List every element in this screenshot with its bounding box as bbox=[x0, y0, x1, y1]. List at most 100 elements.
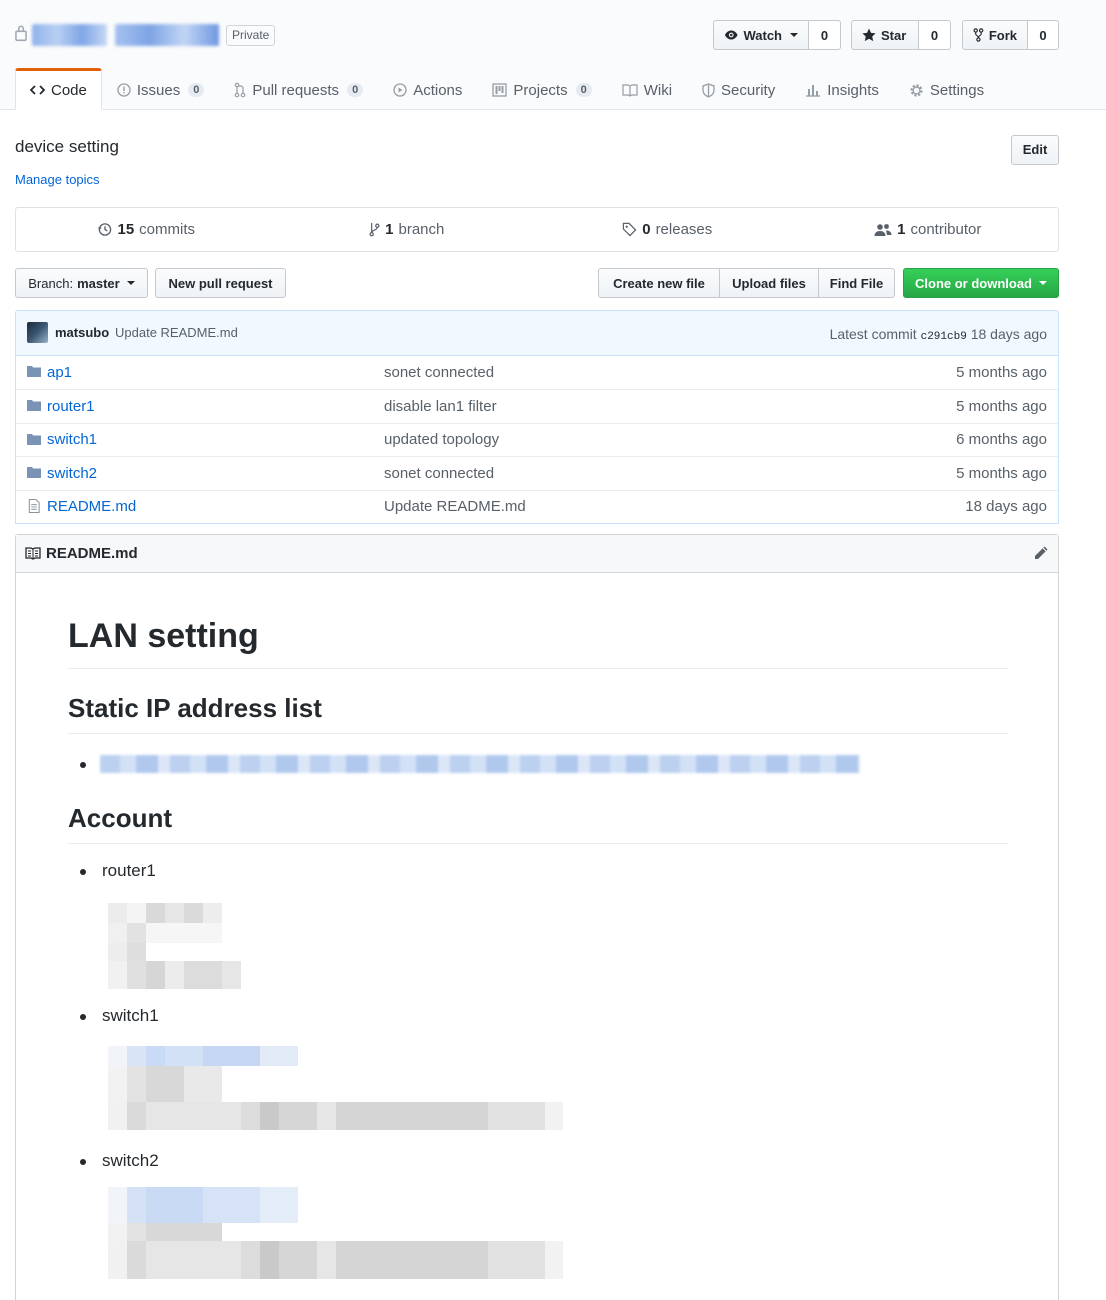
file-commit-message[interactable]: sonet connected bbox=[384, 465, 494, 482]
tab-pull-requests[interactable]: Pull requests 0 bbox=[219, 68, 378, 110]
projects-counter: 0 bbox=[575, 83, 592, 97]
branch-count: 1 bbox=[385, 221, 394, 238]
file-commit-message[interactable]: sonet connected bbox=[384, 364, 494, 381]
list-bullet bbox=[80, 1014, 86, 1020]
tab-actions-label: Actions bbox=[413, 81, 463, 99]
shield-icon bbox=[702, 82, 715, 98]
tab-settings-label: Settings bbox=[929, 81, 985, 99]
star-count[interactable]: 0 bbox=[919, 20, 951, 50]
gear-icon bbox=[910, 83, 923, 97]
tab-projects[interactable]: Projects 0 bbox=[477, 68, 606, 110]
tab-security[interactable]: Security bbox=[687, 68, 790, 110]
folder-icon bbox=[27, 467, 41, 479]
commit-message[interactable]: Update README.md bbox=[115, 325, 238, 340]
releases-label: releases bbox=[655, 221, 713, 238]
list-bullet bbox=[80, 1159, 86, 1165]
tab-insights[interactable]: Insights bbox=[790, 68, 894, 110]
commits-link[interactable]: 15 commits bbox=[16, 208, 277, 251]
redacted-block bbox=[108, 943, 146, 961]
redacted-block bbox=[108, 961, 241, 989]
watch-button[interactable]: Watch bbox=[713, 20, 809, 50]
redacted-block bbox=[108, 1241, 563, 1279]
chevron-down-icon bbox=[126, 281, 135, 285]
manage-topics-link[interactable]: Manage topics bbox=[15, 172, 100, 187]
tab-projects-label: Projects bbox=[513, 81, 568, 99]
eye-icon bbox=[724, 30, 738, 40]
clone-label: Clone or download bbox=[915, 275, 1032, 291]
account-item-switch1: switch1 bbox=[102, 1006, 159, 1025]
file-icon bbox=[28, 498, 40, 513]
readme-h2-static: Static IP address list bbox=[68, 693, 1008, 734]
tab-code[interactable]: Code bbox=[15, 68, 102, 110]
repo-owner-blurred[interactable] bbox=[32, 24, 107, 46]
table-row: switch2 sonet connected 5 months ago bbox=[16, 456, 1058, 489]
file-name-link[interactable]: ap1 bbox=[47, 364, 72, 381]
clone-or-download-button[interactable]: Clone or download bbox=[903, 268, 1059, 298]
numbers-summary: 15 commits 1 branch 0 releases 1 contrib… bbox=[15, 207, 1059, 252]
create-new-file-button[interactable]: Create new file bbox=[598, 268, 720, 298]
star-button[interactable]: Star bbox=[851, 20, 919, 50]
folder-icon bbox=[27, 433, 41, 445]
latest-commit-bar: matsubo Update README.md Latest commit c… bbox=[15, 310, 1059, 356]
watch-label: Watch bbox=[743, 27, 782, 43]
account-item-router1: router1 bbox=[102, 861, 156, 880]
account-item-switch2: switch2 bbox=[102, 1151, 159, 1170]
edit-description-button[interactable]: Edit bbox=[1011, 135, 1059, 165]
tab-code-label: Code bbox=[51, 81, 87, 99]
book-icon bbox=[25, 547, 41, 560]
branch-select-button[interactable]: Branch: master bbox=[15, 268, 148, 298]
fork-count[interactable]: 0 bbox=[1028, 20, 1059, 50]
repo-description: device setting bbox=[15, 137, 119, 156]
commit-author[interactable]: matsubo bbox=[55, 325, 109, 340]
star-icon bbox=[862, 28, 876, 42]
list-bullet bbox=[80, 762, 86, 768]
redacted-block bbox=[108, 1187, 298, 1223]
fork-button[interactable]: Fork bbox=[962, 20, 1028, 50]
issue-icon bbox=[117, 83, 131, 97]
lock-icon bbox=[15, 25, 27, 42]
file-name-link[interactable]: switch2 bbox=[47, 465, 97, 482]
repo-name-blurred[interactable] bbox=[115, 24, 219, 46]
tab-settings[interactable]: Settings bbox=[894, 68, 999, 110]
branch-icon bbox=[369, 222, 380, 237]
readme-filename: README.md bbox=[46, 545, 138, 562]
file-name-link[interactable]: router1 bbox=[47, 398, 95, 415]
file-name-link[interactable]: README.md bbox=[47, 498, 136, 515]
find-file-button[interactable]: Find File bbox=[818, 268, 895, 298]
commits-label: commits bbox=[139, 221, 196, 238]
issues-counter: 0 bbox=[188, 83, 205, 97]
list-bullet bbox=[80, 869, 86, 875]
commit-age: 18 days ago bbox=[970, 326, 1047, 342]
contributors-link[interactable]: 1 contributor bbox=[798, 208, 1059, 251]
redacted-block bbox=[108, 923, 222, 943]
chevron-down-icon bbox=[790, 33, 798, 37]
branches-link[interactable]: 1 branch bbox=[277, 208, 538, 251]
tab-actions[interactable]: Actions bbox=[378, 68, 477, 110]
project-icon bbox=[492, 83, 508, 97]
static-ip-link-blurred[interactable] bbox=[100, 755, 860, 773]
tab-issues[interactable]: Issues 0 bbox=[102, 68, 219, 110]
star-group: Star 0 bbox=[851, 20, 951, 50]
people-icon bbox=[874, 223, 892, 236]
avatar[interactable] bbox=[27, 322, 48, 343]
fork-group: Fork 0 bbox=[962, 20, 1059, 50]
file-commit-message[interactable]: Update README.md bbox=[384, 498, 526, 515]
releases-count: 0 bbox=[642, 221, 651, 238]
watch-group: Watch 0 bbox=[713, 20, 841, 50]
tab-issues-label: Issues bbox=[136, 81, 181, 99]
file-name-link[interactable]: switch1 bbox=[47, 431, 97, 448]
tab-wiki[interactable]: Wiki bbox=[607, 68, 687, 110]
latest-commit-label: Latest commit bbox=[829, 326, 917, 342]
fork-label: Fork bbox=[988, 27, 1017, 43]
commit-sha[interactable]: c291cb9 bbox=[921, 331, 967, 343]
readme: README.md LAN setting Static IP address … bbox=[15, 534, 1059, 1300]
tab-pull-requests-label: Pull requests bbox=[252, 81, 340, 99]
pencil-icon[interactable] bbox=[1033, 545, 1049, 561]
folder-icon bbox=[27, 400, 41, 412]
releases-link[interactable]: 0 releases bbox=[537, 208, 798, 251]
upload-files-button[interactable]: Upload files bbox=[719, 268, 819, 298]
watch-count[interactable]: 0 bbox=[809, 20, 841, 50]
file-commit-message[interactable]: disable lan1 filter bbox=[384, 398, 497, 415]
new-pull-request-button[interactable]: New pull request bbox=[155, 268, 286, 298]
file-commit-message[interactable]: updated topology bbox=[384, 431, 499, 448]
